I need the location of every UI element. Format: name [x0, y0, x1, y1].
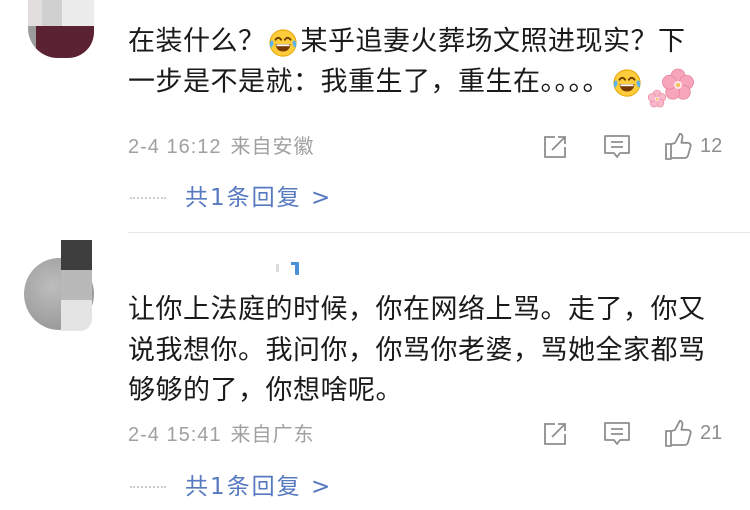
- share-icon: [544, 136, 566, 158]
- share-button[interactable]: [542, 134, 568, 160]
- like-count: 21: [700, 422, 723, 444]
- commenter-avatar[interactable]: [28, 0, 94, 58]
- comment-text: 让你上法庭的时候，你在网络上骂。走了，你又 说我想你。我问你，你骂你老婆，骂她全…: [128, 290, 706, 412]
- comment-button[interactable]: [603, 133, 631, 161]
- comment-text-segment: 一步是不是就：我重生了，重生在。。。。: [128, 66, 610, 98]
- comment-text-line: 让你上法庭的时候，你在网络上骂。走了，你又: [128, 294, 706, 325]
- comment-icon: [604, 422, 630, 445]
- face-with-tears-of-joy-icon: [268, 28, 298, 58]
- comment-date: 2-4 15:41: [128, 424, 222, 446]
- blurred-username: [276, 264, 279, 272]
- thumbs-up-icon: [665, 132, 692, 160]
- like-button[interactable]: 12: [663, 131, 722, 161]
- comment-date: 2-4 16:12: [128, 136, 222, 158]
- avatar-mosaic-block: [36, 26, 94, 58]
- blurred-username: [130, 486, 166, 488]
- cherry-blossom-icon: [646, 67, 694, 109]
- comment-divider: [128, 232, 750, 233]
- commenter-avatar[interactable]: [24, 240, 94, 332]
- comment-list: 在装什么？ 某乎追妻火葬场文照进现实？下 一步是不是就：我重生了，重生在。。。。: [0, 0, 750, 510]
- comment-meta: 2-4 16:12 来自安徽: [128, 135, 315, 159]
- avatar-mosaic-block: [61, 240, 92, 270]
- comment-text-line: 说我想你。我问你，你骂你老婆，骂她全家都骂: [128, 334, 706, 366]
- comment-text: 在装什么？ 某乎追妻火葬场文照进现实？下 一步是不是就：我重生了，重生在。。。。: [128, 22, 694, 108]
- comment-text-line: 一步是不是就：我重生了，重生在。。。。: [128, 62, 694, 108]
- avatar-mosaic-block: [28, 0, 42, 26]
- comment-text-segment: 某乎追妻火葬场文照进现实？下: [300, 26, 686, 57]
- avatar-mosaic-block: [62, 0, 94, 26]
- comment-text-line: 在装什么？ 某乎追妻火葬场文照进现实？下: [128, 22, 694, 62]
- comment-location: 来自广东: [230, 424, 315, 446]
- like-button[interactable]: 21: [663, 418, 722, 448]
- comment-icon: [604, 135, 630, 158]
- comment-location: 来自安徽: [230, 136, 315, 158]
- view-replies-link[interactable]: 共1条回复 >: [185, 473, 332, 501]
- avatar-mosaic-block: [28, 26, 36, 58]
- blurred-username: [130, 197, 166, 199]
- comment-meta: 2-4 15:41 来自广东: [128, 423, 315, 447]
- comment-text-line: 够够的了，你想啥呢。: [128, 375, 403, 406]
- share-button[interactable]: [542, 421, 568, 447]
- share-icon: [544, 423, 566, 445]
- avatar-mosaic-block: [61, 270, 92, 300]
- avatar-mosaic-block: [61, 300, 92, 331]
- comment-button[interactable]: [603, 420, 631, 448]
- like-count: 12: [700, 135, 723, 157]
- comment-text-segment: 在装什么？: [128, 26, 266, 57]
- view-replies-link[interactable]: 共1条回复 >: [185, 184, 332, 212]
- face-with-tears-of-joy-icon: [612, 68, 642, 98]
- blurred-username: [291, 262, 296, 265]
- thumbs-up-icon: [665, 419, 692, 447]
